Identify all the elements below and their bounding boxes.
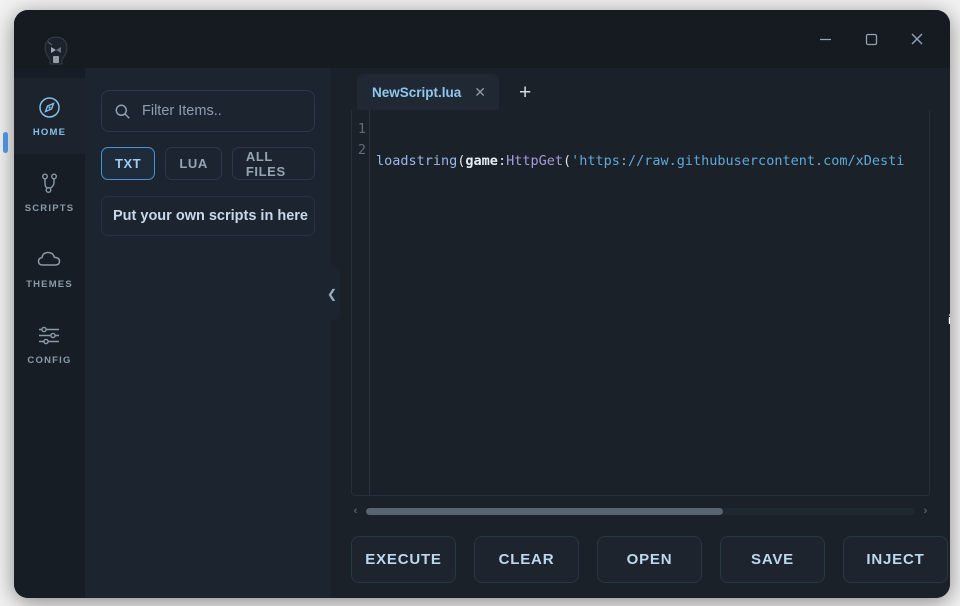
stray-glyph: i	[948, 312, 951, 327]
line-number: 1	[357, 121, 366, 137]
code-token-method: HttpGet	[506, 153, 563, 169]
sidebar: HOME SCRIPTS THEMES CONFIG	[14, 68, 85, 598]
line-number: 2	[357, 142, 366, 158]
chevron-left-icon[interactable]: ❮	[324, 268, 340, 320]
scroll-left-arrow-icon[interactable]: ‹	[351, 505, 360, 517]
code-token-string: 'https://raw.githubusercontent.com/xDest…	[571, 153, 905, 169]
sidebar-item-scripts[interactable]: SCRIPTS	[14, 154, 85, 230]
sidebar-item-label: SCRIPTS	[24, 202, 75, 214]
filter-chip-all-files[interactable]: ALL FILES	[231, 147, 315, 180]
open-button[interactable]: OPEN	[597, 536, 702, 583]
active-item-marker	[3, 132, 8, 153]
filter-chip-group: TXT LUA ALL FILES	[101, 147, 315, 180]
cloud-icon	[36, 247, 63, 272]
editor-tab-bar: NewScript.lua ✕ +	[331, 68, 950, 110]
code-line-1: loadstring(game:HttpGet('https://raw.git…	[376, 151, 929, 172]
filter-items-field[interactable]	[101, 90, 329, 132]
action-bar: EXECUTE CLEAR OPEN SAVE INJECT	[351, 536, 948, 583]
scripts-panel: TXT LUA ALL FILES Put your own scripts i…	[85, 68, 331, 598]
execute-button[interactable]: EXECUTE	[351, 536, 456, 583]
git-branch-icon	[37, 171, 62, 196]
sidebar-item-config[interactable]: CONFIG	[14, 306, 85, 382]
filter-chip-lua[interactable]: LUA	[165, 147, 222, 180]
sidebar-item-label: HOME	[32, 126, 67, 138]
minimize-button[interactable]	[802, 19, 848, 59]
editor-area: NewScript.lua ✕ + 1 2 loadstring ( game:Ht…	[331, 68, 950, 598]
script-list: Put your own scripts in here	[101, 196, 315, 236]
save-button[interactable]: SAVE	[720, 536, 825, 583]
sidebar-item-home[interactable]: HOME	[14, 78, 85, 154]
sidebar-item-label: THEMES	[26, 278, 73, 290]
new-tab-button[interactable]: +	[519, 82, 531, 103]
code-token-colon: :	[497, 153, 507, 169]
maximize-button[interactable]	[848, 19, 894, 59]
compass-icon	[37, 95, 62, 120]
title-bar	[14, 10, 950, 68]
close-button[interactable]	[894, 19, 940, 59]
filter-input[interactable]	[142, 103, 329, 119]
code-token-paren2: (	[562, 153, 572, 169]
code-content[interactable]: loadstring(game:HttpGet('https://raw.git…	[370, 110, 929, 495]
sliders-icon	[36, 323, 63, 348]
tab-label: NewScript.lua	[372, 84, 462, 100]
sidebar-item-themes[interactable]: THEMES	[14, 230, 85, 306]
code-token-function: loadstring	[376, 153, 458, 169]
tab-newscript-lua[interactable]: NewScript.lua ✕	[357, 74, 500, 110]
scrollbar-track[interactable]	[366, 507, 915, 515]
clear-button[interactable]: CLEAR	[474, 536, 579, 583]
code-token-object: game	[465, 153, 498, 169]
scrollbar-thumb[interactable]	[366, 507, 723, 515]
sidebar-item-label: CONFIG	[27, 354, 72, 366]
close-icon[interactable]: ✕	[474, 85, 486, 99]
filter-chip-txt[interactable]: TXT	[101, 147, 156, 180]
scroll-right-arrow-icon[interactable]: ›	[921, 505, 930, 517]
horizontal-scrollbar[interactable]: ‹ ›	[351, 502, 930, 520]
application-window: HOME SCRIPTS THEMES CONFIG Filter Items.…	[14, 10, 950, 598]
list-item[interactable]: Put your own scripts in here	[101, 196, 315, 236]
line-number-gutter: 1 2	[352, 110, 370, 495]
inject-button[interactable]: INJECT	[843, 536, 948, 583]
code-editor[interactable]: 1 2 loadstring(game:HttpGet('https://raw…	[351, 110, 930, 496]
search-icon	[114, 103, 131, 120]
